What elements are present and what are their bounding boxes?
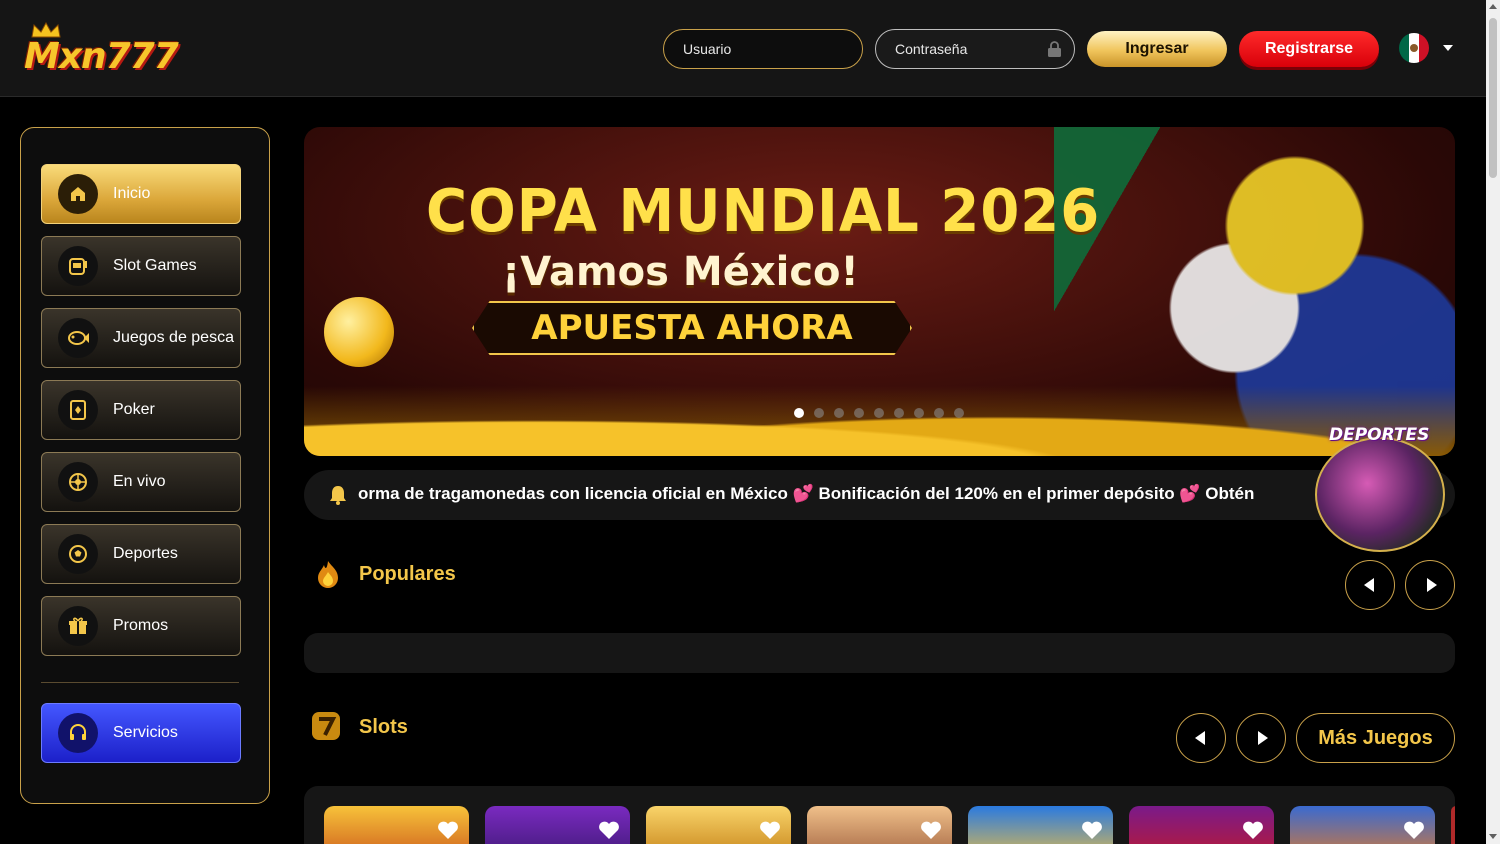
banner-coins-image	[304, 386, 1455, 456]
slots-next-button[interactable]	[1236, 713, 1286, 763]
sidebar-item-label: Juegos de pesca	[113, 329, 234, 346]
carousel-dot[interactable]	[854, 408, 864, 418]
populares-prev-button[interactable]	[1345, 560, 1395, 610]
cards-icon	[58, 390, 98, 430]
more-games-button[interactable]: Más Juegos	[1296, 713, 1455, 763]
sidebar-item-en-vivo[interactable]: En vivo	[41, 452, 241, 512]
sidebar-item-label: Poker	[113, 401, 155, 418]
seven-icon	[312, 712, 340, 740]
arrow-right-icon	[1257, 731, 1268, 745]
game-card[interactable]	[968, 806, 1113, 844]
heart-icon[interactable]	[437, 820, 459, 840]
sidebar-divider	[41, 682, 239, 683]
sidebar-item-poker[interactable]: Poker	[41, 380, 241, 440]
home-icon	[58, 174, 98, 214]
banner-subtitle: ¡Vamos México!	[502, 249, 859, 295]
bell-icon	[330, 486, 346, 505]
game-card[interactable]	[1451, 806, 1455, 844]
game-card[interactable]	[1129, 806, 1274, 844]
sidebar-item-servicios[interactable]: Servicios	[41, 703, 241, 763]
sidebar-item-label: Promos	[113, 617, 169, 634]
carousel-dot[interactable]	[794, 408, 804, 418]
page: Mxn777 Usuario Contraseña Ingresar Regis…	[0, 0, 1500, 844]
username-input[interactable]: Usuario	[663, 29, 863, 69]
sidebar-item-juegos-de-pesca[interactable]: Juegos de pesca	[41, 308, 241, 368]
populares-game-strip	[304, 633, 1455, 673]
scroll-down-arrow-icon[interactable]	[1489, 834, 1497, 839]
deportes-floating-button[interactable]: DEPORTES	[1315, 425, 1445, 552]
populares-next-button[interactable]	[1405, 560, 1455, 610]
sidebar-item-label: En vivo	[113, 473, 166, 490]
language-dropdown-icon[interactable]	[1443, 45, 1453, 51]
sidebar-item-label: Inicio	[113, 185, 151, 202]
banner-cta-button[interactable]: APUESTA AHORA	[472, 301, 912, 355]
arrow-left-icon	[1194, 731, 1205, 745]
password-input[interactable]: Contraseña	[875, 29, 1075, 69]
deportes-promo-image	[1315, 437, 1445, 552]
sidebar: Inicio Slot Games Juegos de pesca Poker …	[20, 127, 270, 804]
gift-icon	[58, 606, 98, 646]
heart-icon[interactable]	[598, 820, 620, 840]
gold-coin-image	[324, 297, 394, 367]
heart-icon[interactable]	[1081, 820, 1103, 840]
section-title-populares: Populares	[359, 563, 456, 585]
hero-banner[interactable]: COPA MUNDIAL 2026 ¡Vamos México! APUESTA…	[304, 127, 1455, 456]
headset-icon	[58, 713, 98, 753]
game-card[interactable]	[1290, 806, 1435, 844]
fire-icon	[318, 561, 338, 588]
sidebar-item-deportes[interactable]: Deportes	[41, 524, 241, 584]
marquee-text: orma de tragamonedas con licencia oficia…	[358, 484, 1255, 503]
arrow-right-icon	[1426, 578, 1437, 592]
flag-emblem	[1410, 44, 1418, 52]
carousel-dot[interactable]	[954, 408, 964, 418]
top-header: Mxn777 Usuario Contraseña Ingresar Regis…	[0, 0, 1486, 97]
banner-title: COPA MUNDIAL 2026	[426, 177, 1101, 246]
sidebar-item-label: Slot Games	[113, 257, 197, 274]
sidebar-item-slot-games[interactable]: Slot Games	[41, 236, 241, 296]
carousel-dot[interactable]	[814, 408, 824, 418]
arrow-left-icon	[1363, 578, 1374, 592]
lock-icon	[1048, 41, 1061, 57]
slot-machine-icon	[58, 246, 98, 286]
section-title-slots: Slots	[359, 716, 408, 738]
carousel-dot[interactable]	[914, 408, 924, 418]
fish-icon	[58, 318, 98, 358]
carousel-dot[interactable]	[834, 408, 844, 418]
scroll-up-arrow-icon[interactable]	[1489, 4, 1497, 9]
heart-icon[interactable]	[1242, 820, 1264, 840]
login-button[interactable]: Ingresar	[1087, 31, 1227, 67]
register-button[interactable]: Registrarse	[1239, 31, 1379, 67]
mexico-flag-icon[interactable]	[1399, 33, 1429, 63]
sidebar-item-label: Deportes	[113, 545, 178, 562]
scroll-thumb[interactable]	[1489, 18, 1497, 178]
deportes-float-label: DEPORTES	[1329, 425, 1430, 445]
slots-game-grid	[304, 786, 1455, 844]
announcement-marquee: orma de tragamonedas con licencia oficia…	[304, 470, 1455, 520]
sidebar-item-promos[interactable]: Promos	[41, 596, 241, 656]
carousel-dots	[794, 408, 964, 418]
heart-icon[interactable]	[759, 820, 781, 840]
carousel-dot[interactable]	[874, 408, 884, 418]
sidebar-item-inicio[interactable]: Inicio	[41, 164, 241, 224]
sidebar-item-label: Servicios	[113, 724, 178, 741]
slots-prev-button[interactable]	[1176, 713, 1226, 763]
roulette-icon	[58, 462, 98, 502]
heart-icon[interactable]	[920, 820, 942, 840]
game-card[interactable]	[485, 806, 630, 844]
soccer-ball-icon	[58, 534, 98, 574]
game-card[interactable]	[807, 806, 952, 844]
game-card[interactable]	[646, 806, 791, 844]
game-card[interactable]	[324, 806, 469, 844]
logo-text: Mxn777	[24, 36, 179, 77]
username-placeholder: Usuario	[683, 41, 732, 57]
heart-icon[interactable]	[1403, 820, 1425, 840]
password-placeholder: Contraseña	[895, 41, 968, 57]
site-logo[interactable]: Mxn777	[24, 22, 194, 80]
carousel-dot[interactable]	[894, 408, 904, 418]
carousel-dot[interactable]	[934, 408, 944, 418]
page-scrollbar[interactable]	[1486, 0, 1500, 844]
